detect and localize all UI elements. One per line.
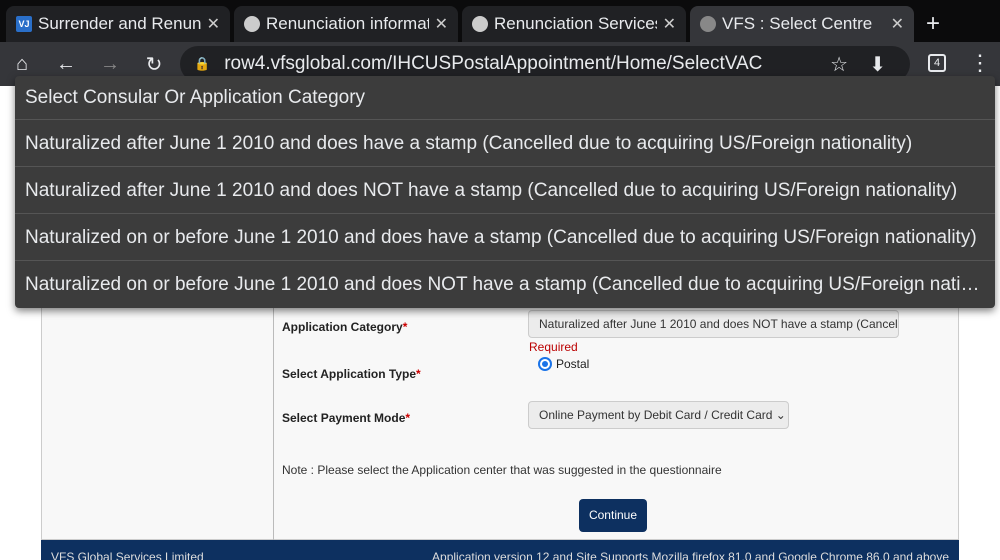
- payment-mode-select[interactable]: Online Payment by Debit Card / Credit Ca…: [528, 401, 789, 429]
- payment-mode-label: Select Payment Mode*: [282, 411, 411, 425]
- forward-icon[interactable]: →: [88, 53, 132, 76]
- home-icon[interactable]: ⌂: [0, 53, 44, 76]
- application-category-select[interactable]: Naturalized after June 1 2010 and does N…: [528, 310, 899, 338]
- globe-icon: [700, 16, 716, 32]
- dropdown-option[interactable]: Naturalized after June 1 2010 and does h…: [15, 120, 995, 167]
- application-type-label: Select Application Type*: [282, 367, 421, 381]
- download-icon[interactable]: ⬇: [869, 52, 886, 77]
- lock-icon: 🔒: [194, 56, 211, 71]
- url-text: row4.vfsglobal.com/IHCUSPostalAppointmen…: [224, 53, 763, 74]
- tab-vfs-select-centre[interactable]: VFS : Select Centre ✕: [690, 6, 914, 42]
- close-icon[interactable]: ✕: [891, 14, 904, 34]
- vj-icon: VJ: [16, 16, 32, 32]
- continue-button[interactable]: Continue: [579, 499, 647, 532]
- tab-strip: VJSurrender and Renunciation✕ Renunciati…: [0, 0, 1000, 42]
- dropdown-option[interactable]: Naturalized on or before June 1 2010 and…: [15, 214, 995, 261]
- tab-surrender[interactable]: VJSurrender and Renunciation✕: [6, 6, 230, 42]
- close-icon[interactable]: ✕: [207, 14, 220, 34]
- dropdown-option[interactable]: Select Consular Or Application Category: [15, 76, 995, 120]
- dropdown-option[interactable]: Naturalized after June 1 2010 and does N…: [15, 167, 995, 214]
- star-icon[interactable]: ☆: [830, 52, 848, 77]
- tab-switcher-button[interactable]: 4: [928, 54, 946, 72]
- tab-renunciation-info[interactable]: Renunciation information✕: [234, 6, 458, 42]
- dropdown-option[interactable]: Naturalized on or before June 1 2010 and…: [15, 261, 995, 308]
- close-icon[interactable]: ✕: [663, 14, 676, 34]
- postal-radio[interactable]: Postal: [538, 357, 589, 371]
- close-icon[interactable]: ✕: [435, 14, 448, 34]
- back-icon[interactable]: ←: [44, 53, 88, 76]
- tab-renunciation-services[interactable]: Renunciation Services ✕: [462, 6, 686, 42]
- category-dropdown-list: Select Consular Or Application Category …: [15, 76, 995, 308]
- note-text: Note : Please select the Application cen…: [282, 463, 722, 477]
- new-tab-button[interactable]: +: [918, 6, 948, 42]
- required-message: Required: [529, 340, 578, 354]
- application-category-label: Application Category*: [282, 320, 408, 334]
- footer: VFS Global Services Limited Application v…: [41, 540, 959, 560]
- reload-icon[interactable]: ↻: [132, 52, 176, 77]
- radio-selected-icon[interactable]: [538, 357, 552, 371]
- site-icon: [472, 16, 488, 32]
- more-menu-icon[interactable]: ⋮: [969, 50, 991, 76]
- site-icon: [244, 16, 260, 32]
